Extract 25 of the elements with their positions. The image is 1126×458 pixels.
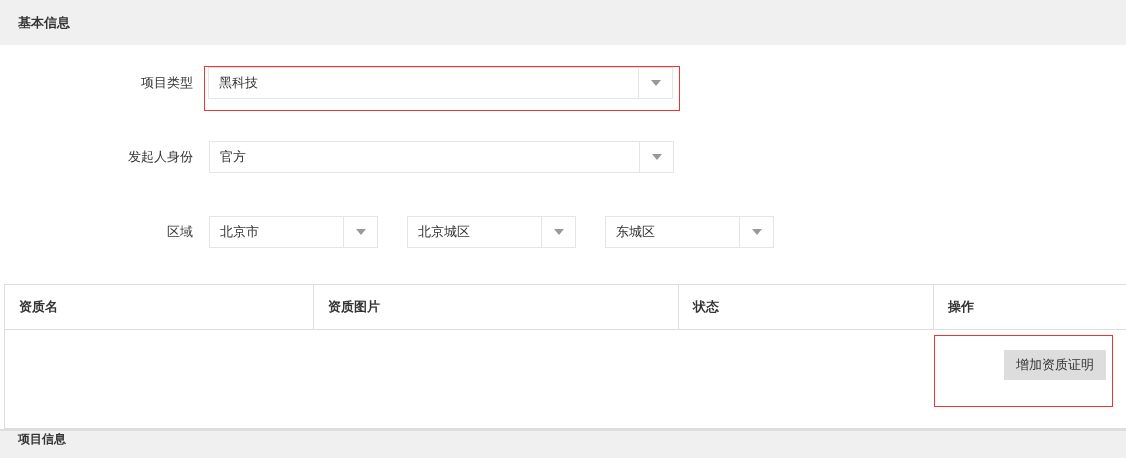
caret-icon (355, 229, 366, 235)
select-value: 东城区 (615, 223, 656, 242)
section-title: 基本信息 (18, 13, 70, 32)
column-header: 操作 (947, 298, 975, 317)
dropdown-select[interactable]: 黑科技 (208, 67, 673, 99)
dropdown-select[interactable]: 官方 (209, 141, 674, 173)
column-header: 状态 (679, 285, 934, 329)
select-value: 黑科技 (218, 74, 259, 93)
dropdown-select[interactable]: 北京城区 (407, 216, 576, 248)
column-header: 资质图片 (314, 285, 679, 329)
caret-icon (651, 154, 662, 160)
field-label: 项目类型 (140, 74, 193, 92)
dropdown-select[interactable]: 北京市 (209, 216, 378, 248)
select-value: 北京城区 (417, 223, 471, 242)
select-value: 官方 (219, 148, 247, 167)
caret-icon (553, 229, 564, 235)
column-header: 资质名 (5, 285, 314, 329)
field-label: 区域 (166, 223, 193, 241)
section-title: 项目信息 (18, 431, 66, 447)
select-value: 北京市 (219, 223, 260, 242)
dropdown-select[interactable]: 东城区 (605, 216, 774, 248)
caret-icon (650, 80, 661, 86)
caret-icon (751, 229, 762, 235)
add-qualification-button[interactable]: 增加资质证明 (1004, 350, 1106, 380)
field-label: 发起人身份 (127, 148, 193, 166)
